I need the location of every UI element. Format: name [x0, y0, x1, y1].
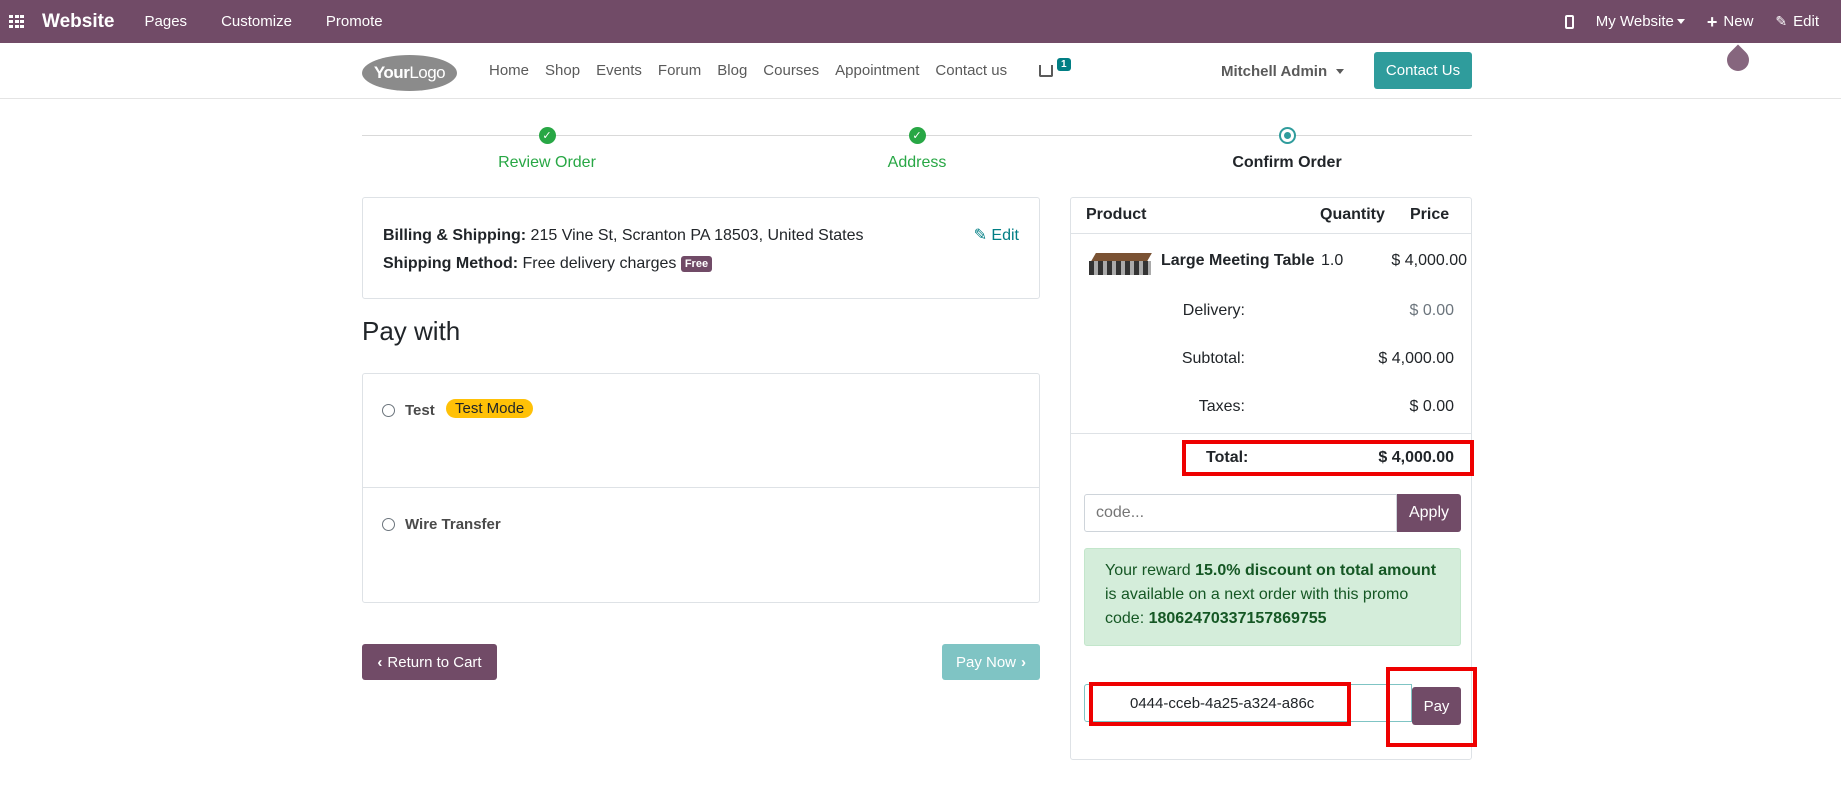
- nav-events[interactable]: Events: [596, 62, 642, 79]
- pay-with-heading: Pay with: [362, 316, 461, 346]
- nav-home[interactable]: Home: [489, 62, 529, 79]
- menu-promote[interactable]: Promote: [326, 13, 383, 30]
- plus-icon: +: [1706, 11, 1718, 32]
- nav-contact-us[interactable]: Contact us: [935, 62, 1007, 79]
- chevron-right-icon: ›: [1021, 653, 1027, 671]
- pay-now-label: Pay Now: [955, 653, 1017, 671]
- delivery-value: $ 0.00: [1409, 302, 1454, 319]
- website-navbar: Your Logo Home Shop Events Forum Blog Cou…: [0, 43, 1841, 99]
- header-quantity: Quantity: [1320, 206, 1385, 223]
- promo-code-input[interactable]: [1084, 494, 1397, 532]
- menu-pages[interactable]: Pages: [145, 13, 188, 30]
- test-mode-badge: Test Mode: [446, 399, 534, 418]
- caret-down-icon: [1676, 19, 1685, 24]
- check-icon: ✓: [538, 127, 556, 144]
- new-label: New: [1723, 13, 1754, 30]
- edit-label: Edit: [1793, 13, 1819, 30]
- reward-alert: Your reward 15.0% discount on total amou…: [1084, 548, 1461, 646]
- product-image[interactable]: [1089, 247, 1152, 279]
- user-menu[interactable]: Mitchell Admin: [1221, 63, 1345, 80]
- chevron-left-icon: ‹: [377, 653, 383, 671]
- highlight-total: [1182, 440, 1474, 476]
- edit-address-link[interactable]: ✎ Edit: [974, 222, 1019, 250]
- subtotal-value: $ 4,000.00: [1378, 350, 1454, 367]
- product-price: $ 4,000.00: [1391, 252, 1467, 269]
- taxes-value: $ 0.00: [1409, 398, 1454, 415]
- header-price: Price: [1410, 206, 1450, 223]
- step-address[interactable]: ✓ Address: [817, 127, 1017, 172]
- app-title[interactable]: Website: [42, 11, 115, 33]
- step-review-order[interactable]: ✓ Review Order: [447, 127, 647, 172]
- taxes-label: Taxes:: [1198, 398, 1245, 415]
- reward-promo-code: 18062470337157869755: [1148, 610, 1327, 627]
- nav-appointment[interactable]: Appointment: [835, 62, 919, 79]
- subtotal-label: Subtotal:: [1181, 350, 1245, 367]
- check-icon: ✓: [908, 127, 926, 144]
- product-quantity: 1.0: [1321, 252, 1344, 269]
- apps-grid-icon[interactable]: [0, 0, 34, 43]
- menu-customize[interactable]: Customize: [221, 13, 292, 30]
- new-button[interactable]: + New: [1707, 13, 1754, 31]
- edit-button[interactable]: ✎ Edit: [1775, 13, 1819, 30]
- mobile-preview-icon[interactable]: [1564, 14, 1574, 29]
- edit-link-label: Edit: [991, 227, 1019, 244]
- shipping-label: Shipping Method:: [383, 255, 519, 272]
- radio-wire-transfer[interactable]: [382, 518, 395, 531]
- product-name[interactable]: Large Meeting Table: [1161, 252, 1315, 270]
- reward-discount: 15.0% discount on total amount: [1195, 562, 1437, 579]
- pay-now-button[interactable]: Pay Now ›: [942, 644, 1040, 680]
- current-step-icon: [1278, 127, 1296, 144]
- payment-options: Test Test Mode Wire Transfer: [362, 373, 1040, 603]
- cart-count-badge: 1: [1057, 58, 1071, 71]
- billing-address: 215 Vine St, Scranton PA 18503, United S…: [530, 227, 864, 244]
- step-label: Address: [887, 154, 947, 171]
- logo-logo: Logo: [409, 63, 446, 82]
- billing-shipping-card: Billing & Shipping: 215 Vine St, Scranto…: [362, 197, 1040, 299]
- radio-test[interactable]: [382, 404, 395, 417]
- shipping-method: Free delivery charges: [522, 255, 677, 272]
- apply-promo-button[interactable]: Apply: [1397, 494, 1461, 532]
- site-logo[interactable]: Your Logo: [362, 55, 457, 91]
- nav-shop[interactable]: Shop: [545, 62, 580, 79]
- cart-icon: [1039, 65, 1053, 77]
- contact-us-button[interactable]: Contact Us: [1374, 52, 1472, 89]
- cart-link[interactable]: 1: [1039, 58, 1071, 78]
- pencil-icon: ✎: [1775, 13, 1788, 29]
- payment-name: Test: [405, 402, 435, 419]
- nav-forum[interactable]: Forum: [658, 62, 701, 79]
- website-selector[interactable]: My Website: [1596, 13, 1685, 30]
- nav-blog[interactable]: Blog: [717, 62, 747, 79]
- step-label: Review Order: [498, 154, 596, 171]
- payment-option-test[interactable]: Test Test Mode: [363, 374, 1039, 488]
- highlight-pay-button: [1386, 667, 1477, 747]
- logo-your: Your: [373, 63, 410, 82]
- website-selector-label: My Website: [1595, 13, 1674, 30]
- summary-header: Product Quantity Price: [1071, 198, 1471, 234]
- user-name: Mitchell Admin: [1221, 63, 1328, 80]
- edit-icon: ✎: [973, 227, 987, 244]
- step-label: Confirm Order: [1232, 154, 1342, 171]
- free-badge: Free: [680, 255, 713, 272]
- payment-name: Wire Transfer: [405, 516, 501, 533]
- billing-label: Billing & Shipping:: [383, 227, 527, 244]
- return-label: Return to Cart: [387, 653, 482, 671]
- return-to-cart-button[interactable]: ‹ Return to Cart: [362, 644, 497, 680]
- reward-text-pre: Your reward: [1105, 562, 1196, 579]
- step-confirm-order: Confirm Order: [1187, 127, 1387, 172]
- nav-courses[interactable]: Courses: [763, 62, 819, 79]
- highlight-token-input: [1089, 682, 1351, 726]
- header-product: Product: [1086, 206, 1147, 223]
- delivery-label: Delivery:: [1182, 302, 1245, 319]
- payment-option-wire-transfer[interactable]: Wire Transfer: [363, 489, 1039, 603]
- caret-down-icon: [1336, 69, 1345, 74]
- admin-topbar: Website Pages Customize Promote My Websi…: [0, 0, 1841, 43]
